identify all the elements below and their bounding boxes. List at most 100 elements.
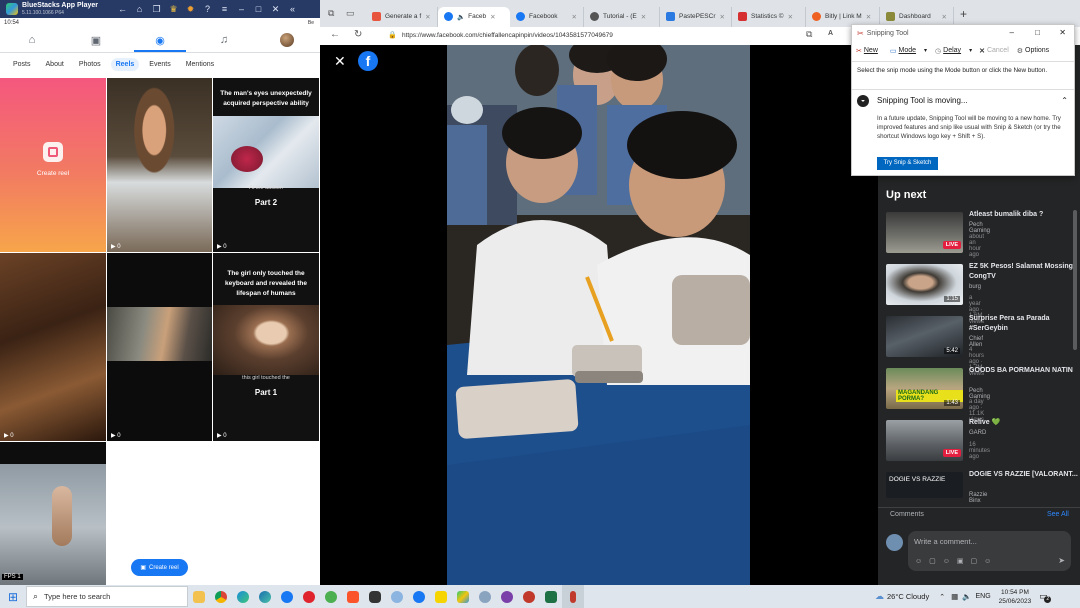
close-viewer-icon[interactable]: ✕ [334, 53, 346, 70]
clock-icon[interactable]: ◷ [935, 47, 941, 55]
lock-icon[interactable]: 🔒 [388, 30, 397, 42]
weather-text[interactable]: 26°C Cloudy [887, 592, 929, 601]
see-all-link[interactable]: See All [1047, 511, 1069, 518]
crown-icon[interactable]: ♛ [165, 3, 182, 15]
maximize-icon[interactable]: □ [250, 3, 267, 15]
avatar[interactable] [280, 33, 294, 47]
facebook-icon[interactable] [276, 585, 298, 608]
brave-icon[interactable] [342, 585, 364, 608]
browser-tab[interactable]: Generate a f ✕ [366, 6, 438, 27]
close-icon[interactable]: ✕ [1059, 28, 1066, 37]
tab-close-icon[interactable]: ✕ [720, 13, 725, 21]
tab-actions-icon[interactable]: ▭ [346, 8, 360, 19]
speaker-icon[interactable]: 🔈 [457, 13, 465, 21]
profile-icon[interactable]: ◉ [150, 34, 170, 47]
app-y-icon[interactable] [518, 585, 540, 608]
url-field[interactable]: 🔒 https://www.facebook.com/chieffallenca… [384, 30, 854, 42]
game-controller-icon[interactable] [364, 585, 386, 608]
reel-thumbnail[interactable]: ▶ 0 [107, 253, 212, 441]
chrome-icon[interactable] [210, 585, 232, 608]
facebook-logo-icon[interactable]: f [358, 51, 378, 71]
new-tab-button[interactable]: + [960, 7, 967, 21]
app-blue-icon[interactable] [474, 585, 496, 608]
home-icon[interactable]: ⌂ [131, 3, 148, 15]
tab-about[interactable]: About [41, 58, 69, 71]
close-icon[interactable]: ✕ [267, 3, 284, 15]
app-available-icon[interactable]: ⧉ [806, 29, 812, 40]
facebook-icon[interactable] [408, 585, 430, 608]
app-triangle-icon[interactable] [386, 585, 408, 608]
minimize-icon[interactable]: – [1010, 28, 1014, 37]
tab-close-icon[interactable]: ✕ [641, 13, 646, 21]
chevron-up-icon[interactable]: ⌃ [939, 593, 945, 601]
tab-close-icon[interactable]: ✕ [490, 13, 495, 21]
try-snip-sketch-button[interactable]: Try Snip & Sketch [877, 157, 938, 170]
send-icon[interactable]: ➤ [1058, 556, 1065, 565]
weather-cloud-icon[interactable]: ☁ [875, 591, 884, 602]
language-indicator[interactable]: ENG [976, 593, 991, 600]
network-icon[interactable]: ▦ [951, 592, 958, 601]
tab-close-icon[interactable]: ✕ [572, 13, 577, 21]
tab-posts[interactable]: Posts [8, 58, 36, 71]
volume-icon[interactable]: 🔈 [962, 592, 971, 601]
refresh-icon[interactable]: ↻ [354, 29, 362, 40]
browser-tab[interactable]: Facebook ✕ [510, 6, 584, 27]
delay-button[interactable]: Delay [943, 47, 961, 54]
tab-mentions[interactable]: Mentions [181, 58, 219, 71]
browser-tab[interactable]: Statistics © ✕ [732, 6, 806, 27]
tab-photos[interactable]: Photos [74, 58, 106, 71]
browser-tab-active[interactable]: 🔈 Faceb ✕ [438, 6, 510, 27]
file-explorer-icon[interactable] [188, 585, 210, 608]
tab-events[interactable]: Events [144, 58, 175, 71]
video-icon[interactable]: ▣ [86, 34, 106, 47]
app-green-icon[interactable] [320, 585, 342, 608]
collapse-icon[interactable]: « [284, 3, 301, 15]
scrollbar[interactable] [1073, 210, 1077, 350]
minimize-icon[interactable]: – [233, 3, 250, 15]
chevron-down-icon[interactable]: ▾ [924, 47, 927, 54]
comment-tools-icon[interactable]: ☺▢☺▣▢☺ [915, 557, 998, 565]
workspaces-icon[interactable]: ⧉ [328, 8, 342, 19]
comment-box[interactable]: Write a comment... ☺▢☺▣▢☺ ➤ [908, 531, 1071, 571]
windows-start-icon[interactable]: ⊞ [0, 590, 26, 604]
edge-beta-icon[interactable] [254, 585, 276, 608]
gear-icon[interactable]: ⚙ [1017, 47, 1023, 55]
excel-icon[interactable] [540, 585, 562, 608]
reel-thumbnail[interactable]: FPS 1 [0, 442, 106, 585]
mode-icon[interactable]: ▭ [890, 47, 897, 55]
home-icon[interactable]: ⌂ [22, 34, 42, 46]
tab-reels[interactable]: Reels [110, 57, 140, 71]
search-box[interactable]: ⌕ Type here to search [26, 586, 188, 607]
video-player[interactable] [447, 45, 750, 585]
help-icon[interactable]: ? [199, 3, 216, 15]
read-aloud-icon[interactable]: A [828, 30, 833, 37]
tab-close-icon[interactable]: ✕ [866, 13, 871, 21]
reel-thumbnail[interactable]: ▶ 0 [107, 78, 212, 252]
opera-icon[interactable] [298, 585, 320, 608]
reel-thumbnail[interactable]: The man's eyes unexpectedly acquired per… [213, 78, 319, 252]
cancel-x-icon[interactable]: ✕ [979, 47, 985, 55]
create-reel-tile[interactable]: Create reel [0, 78, 106, 252]
back-icon[interactable]: ← [114, 3, 131, 15]
store-icon[interactable]: ✹ [182, 3, 199, 15]
new-button[interactable]: New [864, 47, 878, 54]
browser-tab[interactable]: Tutorial - (E ✕ [584, 6, 660, 27]
tab-close-icon[interactable]: ✕ [425, 13, 430, 21]
sticky-notes-icon[interactable] [430, 585, 452, 608]
options-button[interactable]: Options [1025, 47, 1049, 54]
edge-icon[interactable] [232, 585, 254, 608]
multi-window-icon[interactable]: ❐ [148, 3, 165, 15]
chevron-down-icon[interactable]: ▾ [969, 47, 972, 54]
reel-thumbnail[interactable]: The girl only touched the keyboard and r… [213, 253, 319, 441]
menu-icon[interactable]: ≡ [216, 3, 233, 15]
browser-tab[interactable]: PastePESCr ✕ [660, 6, 732, 27]
bluestacks-icon[interactable] [452, 585, 474, 608]
back-arrow-icon[interactable]: ← [330, 29, 340, 40]
cancel-button[interactable]: Cancel [987, 47, 1009, 54]
reel-thumbnail[interactable]: ▶ 0 [0, 253, 106, 441]
tab-close-icon[interactable]: ✕ [942, 13, 947, 21]
new-snip-icon[interactable]: ✂ [856, 47, 862, 55]
notification-icon[interactable]: ▭ 2 [1039, 591, 1052, 603]
snipping-tool-icon[interactable] [562, 585, 584, 608]
app-purple-icon[interactable] [496, 585, 518, 608]
